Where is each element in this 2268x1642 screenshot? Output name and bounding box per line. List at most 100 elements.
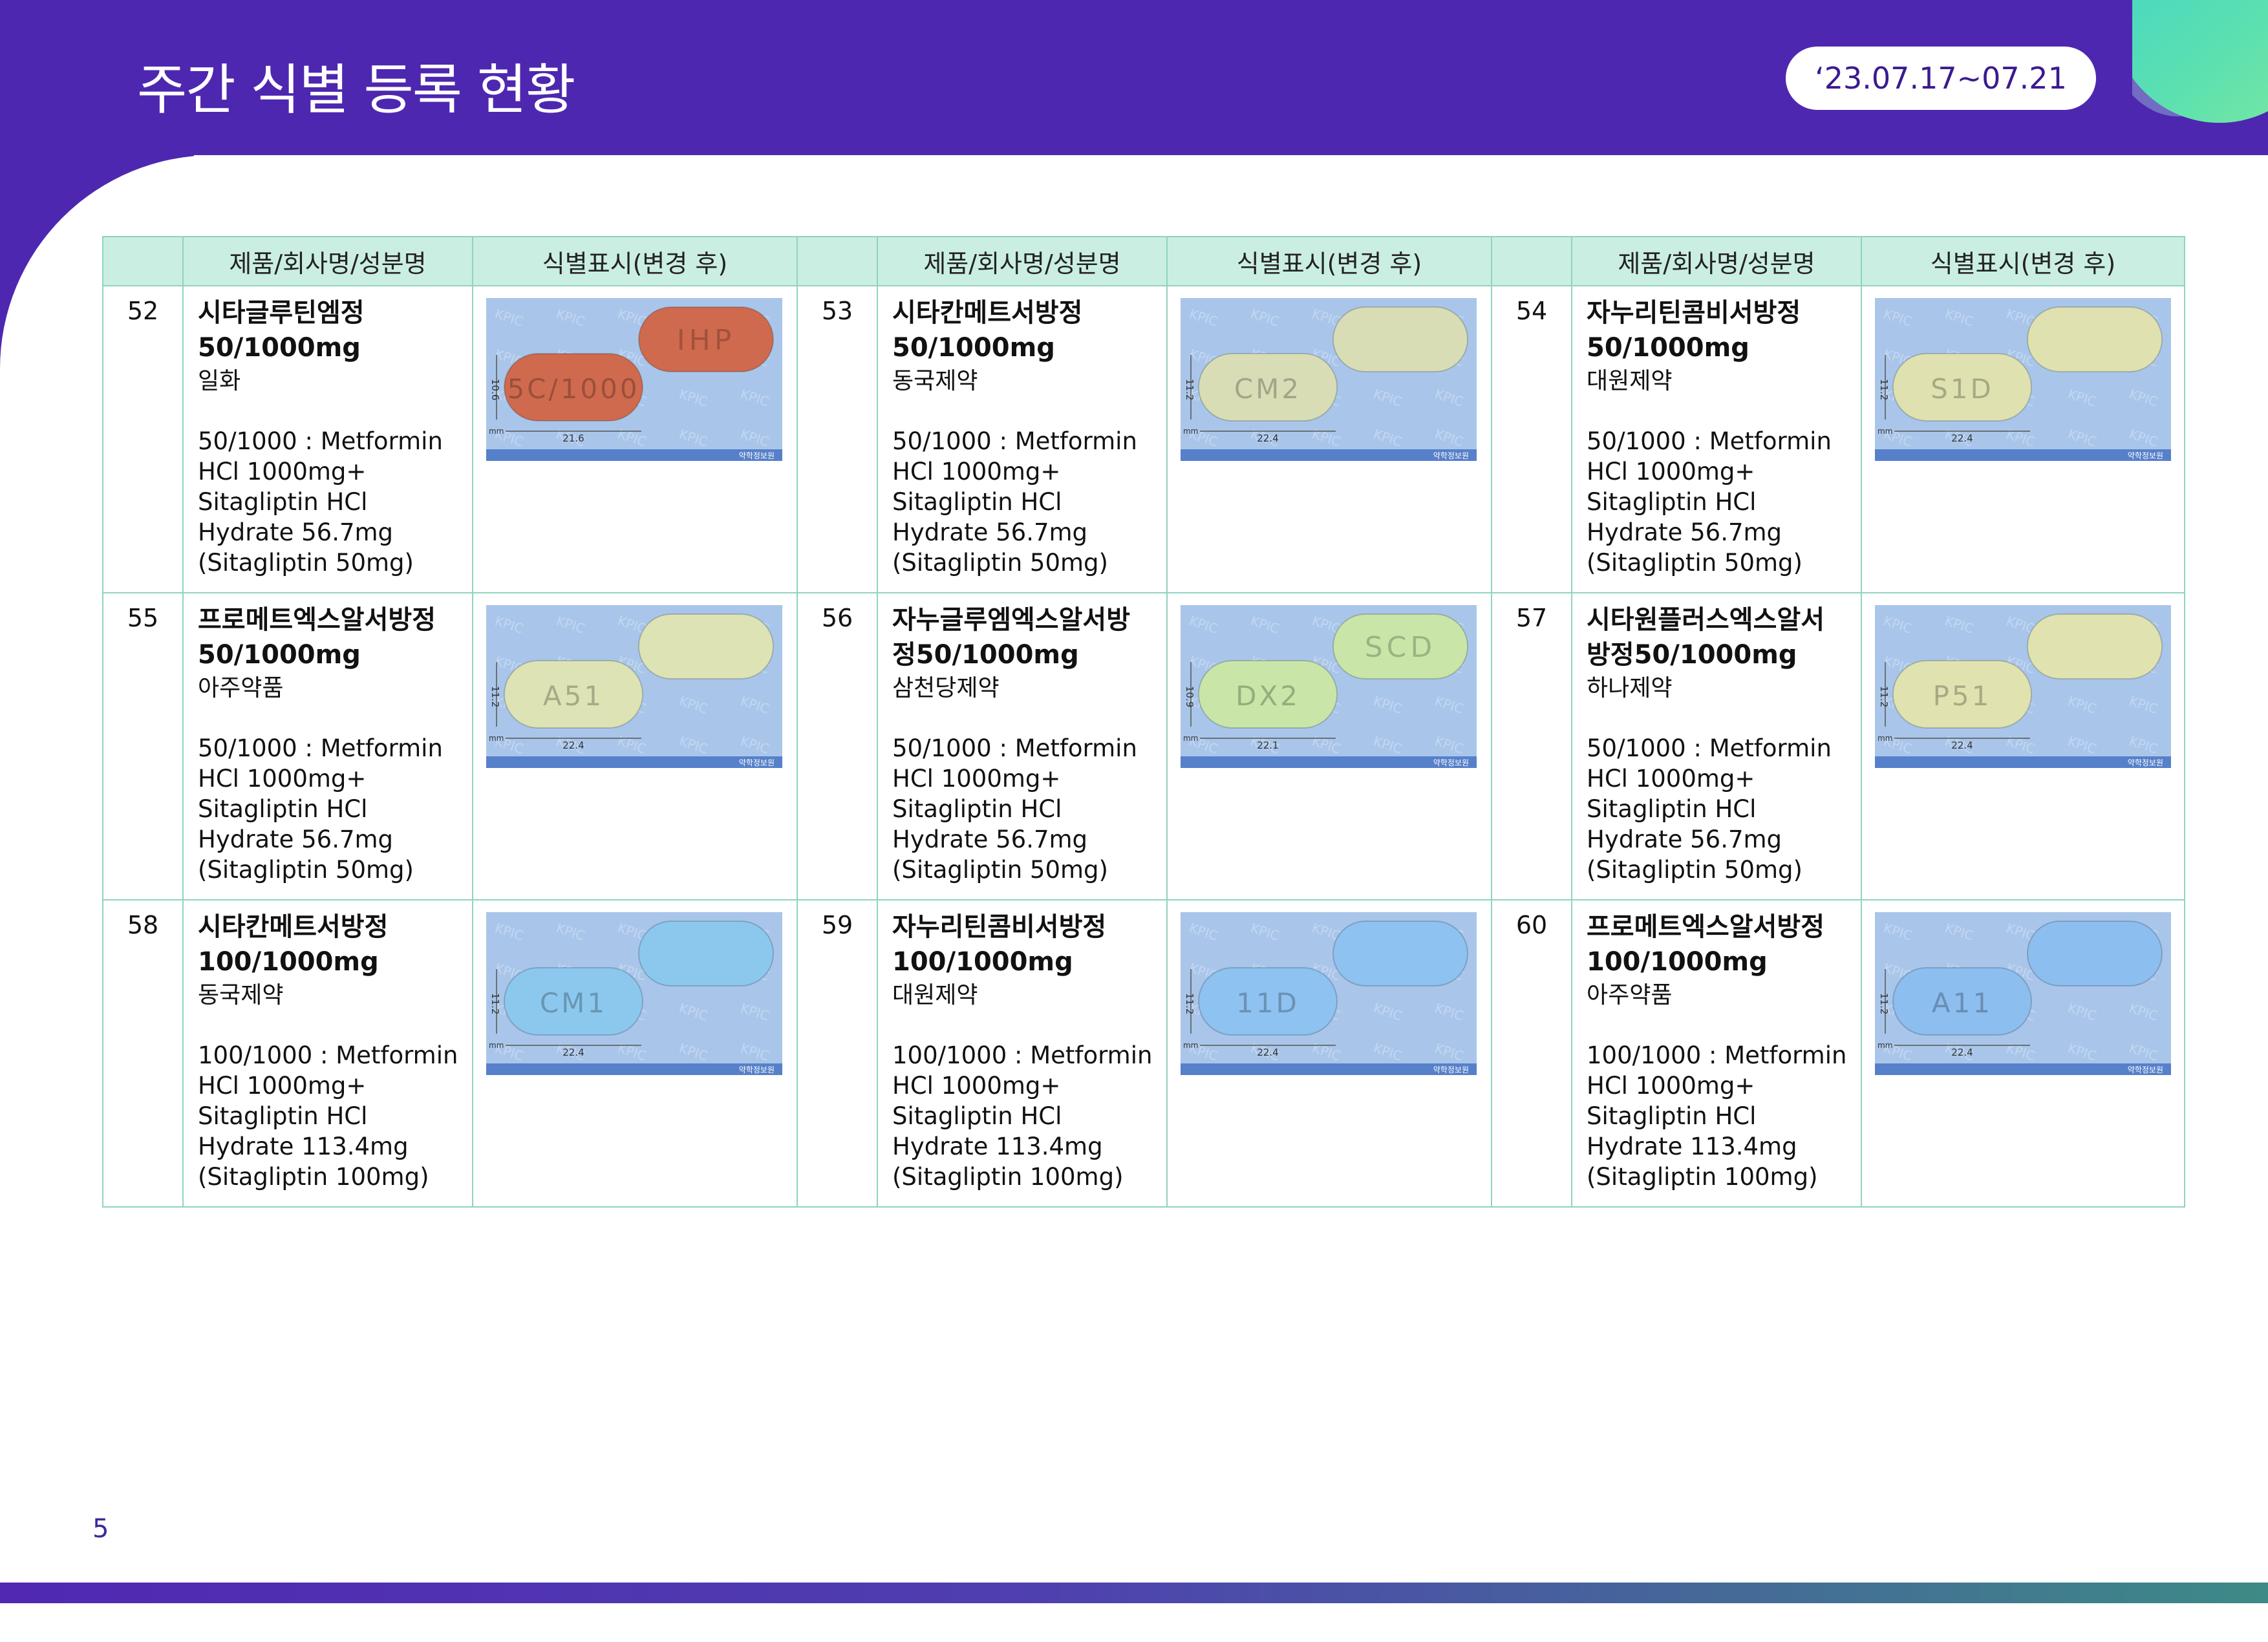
ingredient-text: 50/1000 : Metformin HCl 1000mg+ Sitaglip… [198, 427, 443, 577]
ingredient-text: 100/1000 : Metformin HCl 1000mg+ Sitagli… [1587, 1041, 1847, 1191]
kpic-logo-text: 약학정보원 [2128, 1065, 2163, 1074]
pill-unit-label: mm [489, 427, 504, 436]
kpic-logo-text: 약학정보원 [739, 451, 775, 460]
header-marking-col: 식별표시(변경 후) [1166, 236, 1492, 286]
table-row: 58 시타칸메트서방정 100/1000mg 동국제약 100/1000 : Metf… [102, 899, 2185, 1208]
item-number: 58 [102, 899, 184, 1208]
header-product-col: 제품/회사명/성분명 [182, 236, 473, 286]
page-title: 주간 식별 등록 현황 [137, 58, 575, 122]
date-range-badge: ‘23.07.17~07.21 [1786, 47, 2096, 110]
kpic-logo-text: 약학정보원 [2128, 451, 2163, 460]
pill-front-imprint: A11 [1932, 987, 1993, 1019]
marking-cell: KPIC KPIC KPIC KPIC KPIC KPIC KPIC KPIC KPIC KPIC… [472, 592, 798, 901]
item-number: 52 [102, 285, 184, 593]
pill-width-label: 22.4 [1257, 1047, 1278, 1058]
pill-width-label: 22.4 [1951, 1047, 1973, 1058]
kpic-logo-text: 약학정보원 [1433, 758, 1469, 767]
pill-height-label: 11.2 [1878, 686, 1890, 707]
pill-height-label: 10.9 [1184, 686, 1195, 707]
kpic-logo-text: 약학정보원 [739, 1065, 775, 1074]
pill-unit-label: mm [489, 1041, 504, 1050]
pill-image: KPIC KPIC KPICKPIC KPICKPIC KPICKPIC KPIC KPIC… [1181, 298, 1477, 461]
company-name: 삼천당제약 [892, 675, 1000, 701]
product-name: 시타칸메트서방정 50/1000mg [892, 298, 1083, 363]
pill-image: KPIC KPIC KPICKPIC KPICKPIC KPICKPIC KPIC KPIC… [1875, 298, 2171, 461]
marking-cell: KPIC KPIC KPIC KPIC KPIC KPIC KPIC KPIC KPIC KPIC… [1166, 592, 1492, 901]
pill-image: KPIC KPIC KPICKPIC KPICKPIC KPICKPIC KPIC KPIC… [1875, 605, 2171, 768]
product-name: 시타칸메트서방정 100/1000mg [198, 912, 389, 977]
ingredient-text: 50/1000 : Metformin HCl 1000mg+ Sitaglip… [892, 734, 1137, 884]
pill-front-imprint: A51 [543, 680, 604, 712]
product-name: 프로메트엑스알서방정 50/1000mg [198, 605, 436, 670]
header-marking-col: 식별표시(변경 후) [1861, 236, 2185, 286]
kpic-logo-text: 약학정보원 [739, 758, 775, 767]
company-name: 하나제약 [1587, 675, 1673, 701]
bottom-bar [0, 1583, 2268, 1603]
pill-front-imprint: CM1 [540, 987, 607, 1019]
marking-cell: KPIC KPIC KPIC KPIC KPIC KPIC KPIC KPIC KPIC KPIC… [1166, 285, 1492, 593]
pill-height-label: 11.2 [1184, 379, 1195, 400]
product-name: 시타원플러스엑스알서 방정50/1000mg [1587, 605, 1824, 670]
kpic-logo-text: 약학정보원 [2128, 758, 2163, 767]
item-number: 60 [1491, 899, 1572, 1208]
pill-width-label: 21.6 [562, 432, 584, 444]
header-number-col [102, 236, 184, 286]
pill-unit-label: mm [1878, 1041, 1892, 1050]
product-cell: 자누리틴콤비서방정 100/1000mg 대원제약 100/1000 : Metfo… [877, 899, 1168, 1208]
pill-height-label: 11.2 [489, 993, 501, 1014]
company-name: 아주약품 [1587, 982, 1673, 1008]
pill-width-label: 22.4 [1257, 432, 1278, 444]
ingredient-text: 50/1000 : Metformin HCl 1000mg+ Sitaglip… [198, 734, 443, 884]
item-number: 56 [797, 592, 878, 901]
product-cell: 프로메트엑스알서방정 50/1000mg 아주약품 50/1000 : Metfor… [182, 592, 473, 901]
product-cell: 시타원플러스엑스알서 방정50/1000mg 하나제약 50/1000 : Metf… [1571, 592, 1862, 901]
pill-width-label: 22.1 [1257, 740, 1278, 751]
header-number-col [797, 236, 878, 286]
header-product-col: 제품/회사명/성분명 [1571, 236, 1862, 286]
pill-width-label: 22.4 [562, 1047, 584, 1058]
pill-back-shape [1333, 307, 1468, 372]
ingredient-text: 50/1000 : Metformin HCl 1000mg+ Sitaglip… [1587, 734, 1832, 884]
pill-back-shape [639, 614, 773, 679]
table-row: 52 시타글루틴엠정 50/1000mg 일화 50/1000 : Metformin… [102, 285, 2185, 593]
pill-width-label: 22.4 [1951, 740, 1973, 751]
header-product-col: 제품/회사명/성분명 [877, 236, 1168, 286]
ingredient-text: 100/1000 : Metformin HCl 1000mg+ Sitagli… [892, 1041, 1153, 1191]
pill-back-shape [639, 921, 773, 986]
pill-height-label: 11.2 [1184, 993, 1195, 1014]
product-name: 자누리틴콤비서방정 100/1000mg [892, 912, 1107, 977]
pill-image: KPIC KPIC KPICKPIC KPICKPIC KPICKPIC KPIC KPIC… [1875, 912, 2171, 1075]
ingredient-text: 100/1000 : Metformin HCl 1000mg+ Sitagli… [198, 1041, 458, 1191]
pill-width-label: 22.4 [1951, 432, 1973, 444]
pill-back-shape [2027, 307, 2162, 372]
company-name: 대원제약 [1587, 368, 1673, 394]
pill-height-label: 10.6 [489, 379, 501, 400]
kpic-logo-text: 약학정보원 [1433, 451, 1469, 460]
pill-front-imprint: S1D [1931, 373, 1994, 405]
pill-unit-label: mm [1183, 734, 1198, 743]
pill-height-label: 11.2 [1878, 993, 1890, 1014]
product-cell: 시타칸메트서방정 50/1000mg 동국제약 50/1000 : Metformi… [877, 285, 1168, 593]
pill-height-label: 11.2 [489, 686, 501, 707]
page-number: 5 [92, 1514, 109, 1544]
item-number: 57 [1491, 592, 1572, 901]
pill-front-imprint: CM2 [1234, 373, 1301, 405]
pill-width-label: 22.4 [562, 740, 584, 751]
pill-back-shape [2027, 614, 2162, 679]
marking-cell: KPIC KPIC KPIC KPIC KPIC KPIC KPIC KPIC KPIC KPIC… [472, 285, 798, 593]
company-name: 일화 [198, 368, 241, 394]
pill-image: KPIC KPIC KPICKPIC KPICKPIC KPICKPIC KPIC KPIC… [486, 298, 782, 461]
pill-unit-label: mm [1878, 734, 1892, 743]
pill-back-imprint: IHP [677, 324, 736, 357]
product-name: 시타글루틴엠정 50/1000mg [198, 298, 365, 363]
company-name: 아주약품 [198, 675, 284, 701]
company-name: 동국제약 [892, 368, 978, 394]
product-name: 프로메트엑스알서방정 100/1000mg [1587, 912, 1824, 977]
pill-front-imprint: DX2 [1236, 680, 1300, 712]
marking-cell: KPIC KPIC KPIC KPIC KPIC KPIC KPIC KPIC KPIC KPIC… [472, 899, 798, 1208]
pill-unit-label: mm [1878, 427, 1892, 436]
marking-cell: KPIC KPIC KPIC KPIC KPIC KPIC KPIC KPIC KPIC KPIC… [1861, 592, 2185, 901]
table-row: 55 프로메트엑스알서방정 50/1000mg 아주약품 50/1000 : Metf… [102, 592, 2185, 901]
kpic-logo-text: 약학정보원 [1433, 1065, 1469, 1074]
header-marking-col: 식별표시(변경 후) [472, 236, 798, 286]
